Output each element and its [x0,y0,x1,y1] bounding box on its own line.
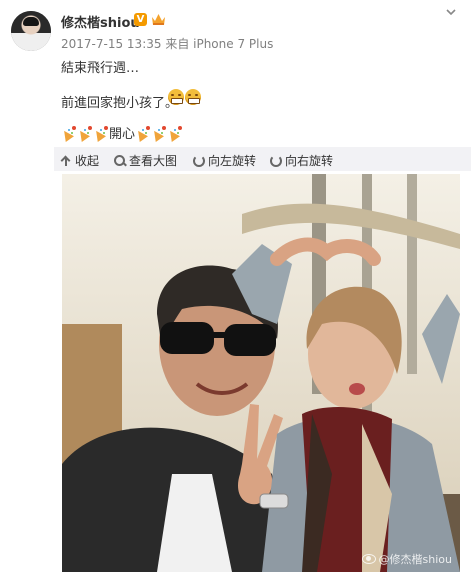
avatar[interactable] [11,11,51,51]
collapse-label: 收起 [75,154,100,168]
grin-emoji-icon [185,89,201,105]
rotate-left-button[interactable]: 向左旋转 [193,152,256,169]
rotate-left-icon [193,154,205,167]
collapse-button[interactable]: 收起 [60,152,99,169]
party-popper-icon [77,125,92,140]
rotate-right-label: 向右旋转 [285,154,334,168]
verified-badge-icon: V [134,13,147,26]
rotate-left-label: 向左旋转 [208,154,257,168]
post-photo[interactable]: @修杰楷shiou [62,174,460,572]
grin-emoji-icon [168,89,184,105]
view-large-label: 查看大图 [129,154,178,168]
member-crown-icon [152,14,165,25]
post-text-line2: 前進回家抱小孩了。 [61,96,179,111]
party-popper-icon [93,125,108,140]
weibo-eye-icon [361,554,376,564]
author-name[interactable]: 修杰楷shiou [61,12,140,31]
rotate-right-icon [270,154,282,167]
party-popper-icon [167,125,183,140]
image-toolbar: 收起 查看大图 向左旋转 向右旋转 [54,147,471,171]
collapse-icon [60,155,72,167]
party-popper-icon [61,125,76,140]
party-popper-icon [135,125,151,140]
photo-watermark: @修杰楷shiou [361,551,452,567]
watermark-text: @修杰楷shiou [378,553,452,566]
view-large-button[interactable]: 查看大图 [114,152,177,169]
post-text-happy: 開心 [109,126,136,142]
photo-illustration [62,174,460,572]
post-text-line1: 結束飛行週… [61,61,140,76]
post-meta: 2017-7-15 13:35 来自 iPhone 7 Plus [61,37,274,51]
search-icon [114,154,126,167]
chevron-down-icon[interactable] [445,6,457,18]
post-text-line3: 開心 [61,123,183,142]
party-popper-icon [151,125,167,140]
rotate-right-button[interactable]: 向右旋转 [270,152,333,169]
